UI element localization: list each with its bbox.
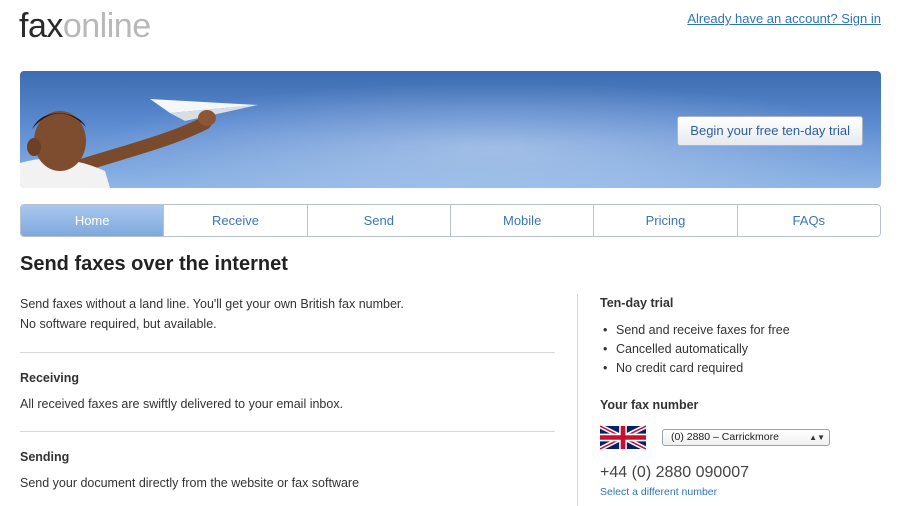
sending-text: Send your document directly from the web… bbox=[20, 476, 360, 490]
nav-send[interactable]: Send bbox=[306, 205, 450, 236]
sidebar: Ten-day trial Send and receive faxes for… bbox=[600, 296, 882, 498]
intro-line-1: Send faxes without a land line. You'll g… bbox=[20, 297, 404, 311]
select-arrows-icon: ▲▼ bbox=[809, 433, 825, 442]
logo-fax: fax bbox=[19, 7, 63, 45]
divider bbox=[20, 352, 555, 353]
nav-pricing[interactable]: Pricing bbox=[593, 205, 737, 236]
receiving-text: All received faxes are swiftly delivered… bbox=[20, 397, 344, 411]
logo-online: online bbox=[62, 7, 151, 45]
fax-number-row: (0) 2880 – Carrickmore ▲▼ bbox=[600, 423, 882, 452]
fax-number-heading: Your fax number bbox=[600, 398, 699, 412]
nav-receive[interactable]: Receive bbox=[163, 205, 307, 236]
hero-banner: Begin your free ten-day trial bbox=[20, 71, 881, 188]
area-code-value: (0) 2880 – Carrickmore bbox=[671, 431, 779, 443]
select-different-number-link[interactable]: Select a different number bbox=[600, 486, 882, 498]
logo[interactable]: faxonline bbox=[19, 8, 151, 44]
main-content: Send faxes without a land line. You'll g… bbox=[20, 294, 555, 492]
page-title: Send faxes over the internet bbox=[20, 253, 288, 275]
column-divider bbox=[577, 294, 578, 506]
sign-in-link[interactable]: Already have an account? Sign in bbox=[687, 11, 881, 26]
receiving-heading: Receiving bbox=[20, 371, 80, 385]
sending-heading: Sending bbox=[20, 450, 70, 464]
child-paper-plane-image bbox=[20, 99, 258, 188]
nav-home[interactable]: Home bbox=[21, 205, 164, 236]
divider bbox=[20, 431, 555, 432]
area-code-select[interactable]: (0) 2880 – Carrickmore ▲▼ bbox=[662, 429, 830, 446]
intro-text: Send faxes without a land line. You'll g… bbox=[20, 294, 555, 334]
main-nav: Home Receive Send Mobile Pricing FAQs bbox=[20, 204, 881, 237]
nav-faqs[interactable]: FAQs bbox=[736, 205, 880, 236]
list-item: No credit card required bbox=[600, 359, 882, 378]
nav-mobile[interactable]: Mobile bbox=[449, 205, 594, 236]
list-item: Cancelled automatically bbox=[600, 340, 882, 359]
begin-trial-button[interactable]: Begin your free ten-day trial bbox=[677, 116, 863, 146]
trial-heading: Ten-day trial bbox=[600, 296, 674, 310]
intro-line-2: No software required, but available. bbox=[20, 317, 217, 331]
list-item: Send and receive faxes for free bbox=[600, 321, 882, 340]
fax-number: +44 (0) 2880 090007 bbox=[600, 464, 750, 481]
uk-flag-icon bbox=[600, 423, 646, 452]
trial-points: Send and receive faxes for free Cancelle… bbox=[600, 321, 882, 378]
